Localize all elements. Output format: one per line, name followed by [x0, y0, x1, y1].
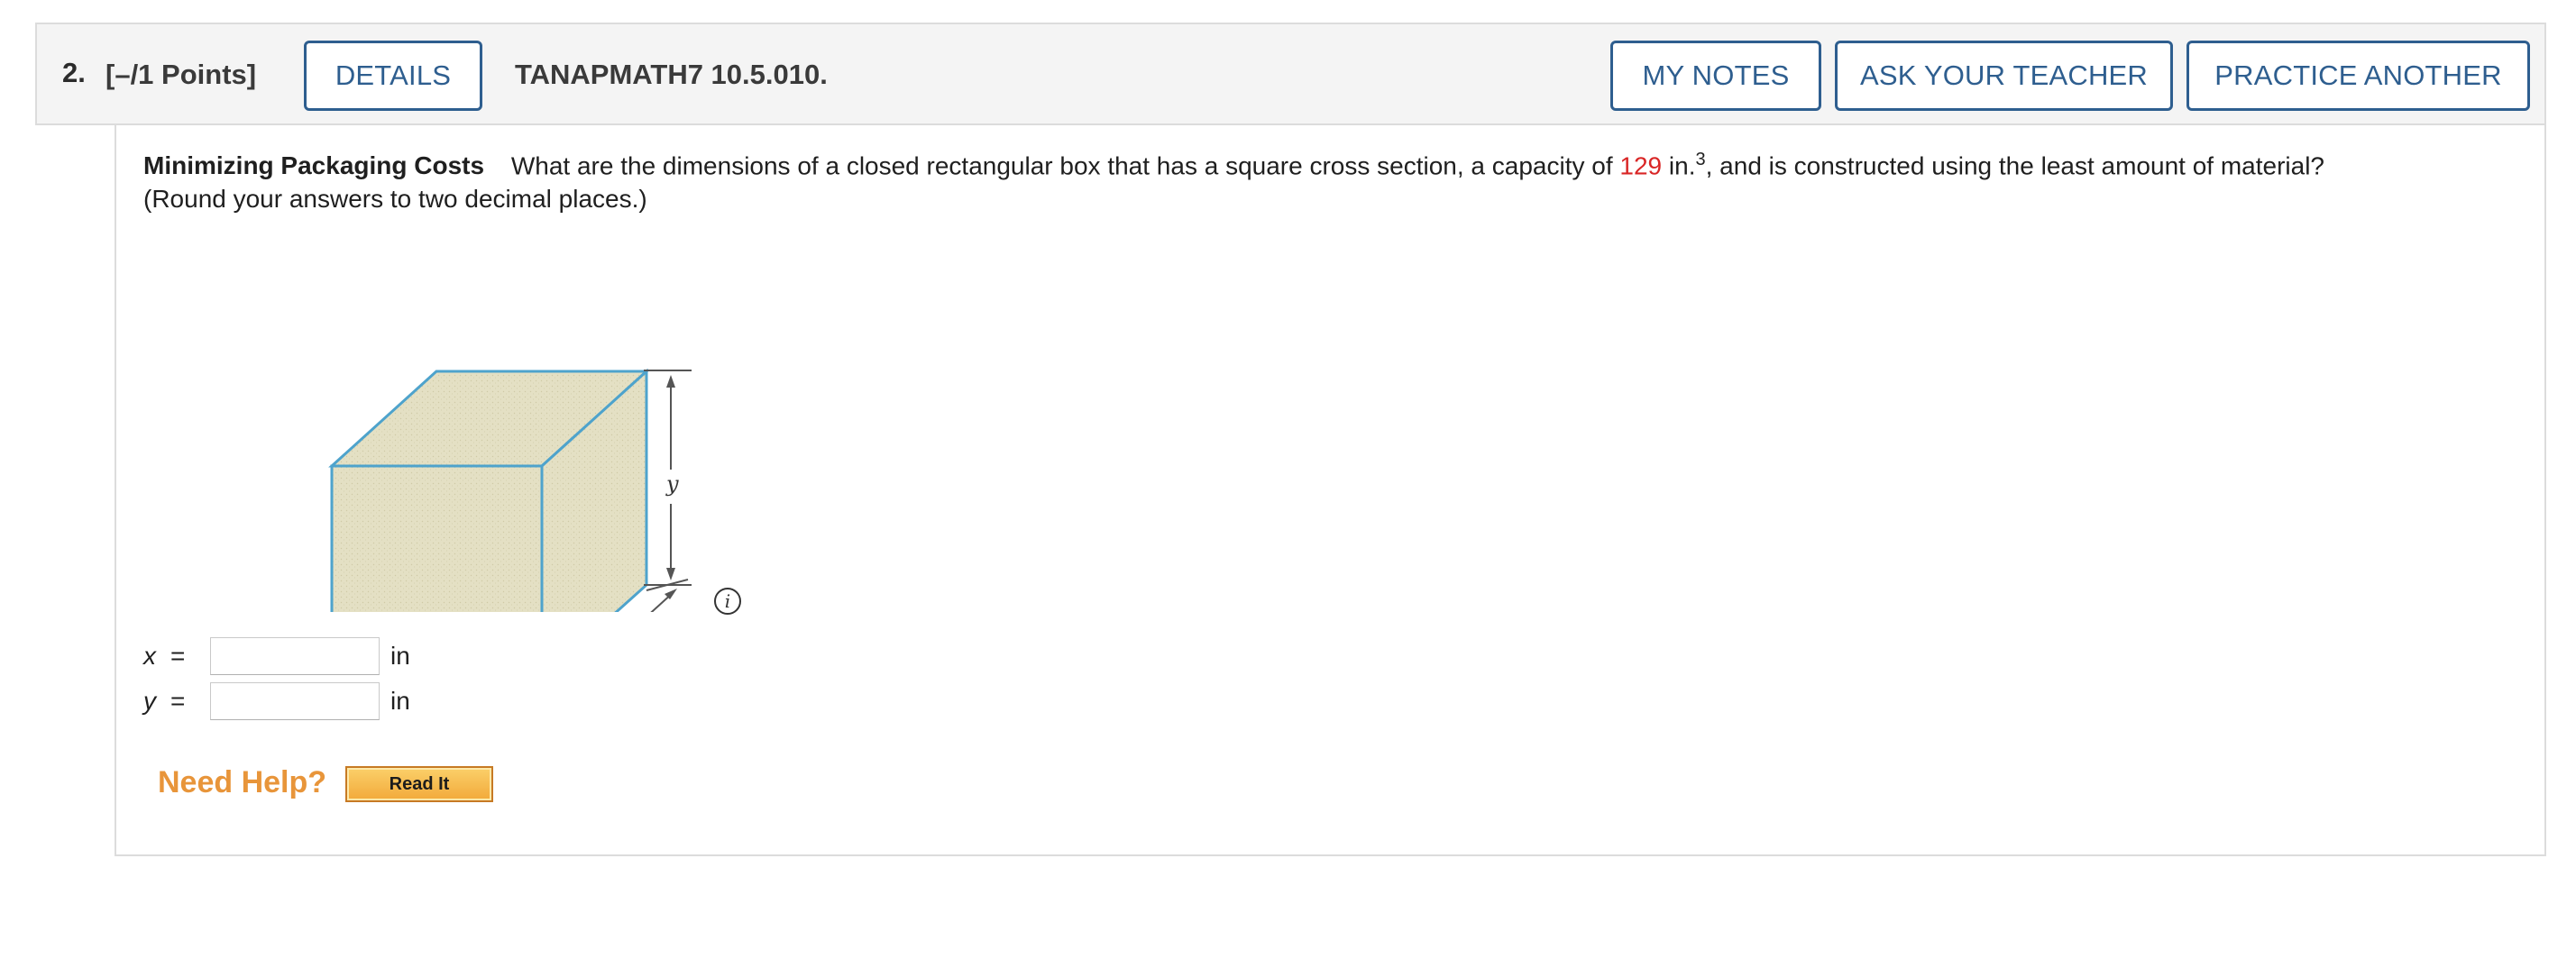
capacity-unit: in. — [1668, 151, 1696, 180]
problem-title: Minimizing Packaging Costs — [143, 151, 485, 180]
equals-sign: = — [170, 687, 186, 715]
capacity-value: 129 — [1619, 151, 1663, 180]
problem-text-end: , and is constructed using the least amo… — [1705, 151, 2324, 180]
answer-unit: in — [390, 642, 410, 670]
box-front-face — [330, 464, 544, 612]
answer-variable: y — [143, 687, 156, 715]
ask-teacher-button[interactable]: ASK YOUR TEACHER — [1835, 41, 2173, 111]
answer-row-y: y = in — [143, 682, 410, 720]
answer-row-x: x = in — [143, 637, 410, 675]
my-notes-button[interactable]: MY NOTES — [1610, 41, 1821, 111]
equals-sign: = — [170, 642, 186, 670]
rounding-instruction: (Round your answers to two decimal place… — [143, 185, 647, 214]
question-code: TANAPMATH7 10.5.010. — [515, 59, 828, 90]
answer-unit: in — [390, 687, 410, 715]
info-icon[interactable]: i — [713, 587, 742, 616]
need-help-label: Need Help? — [158, 765, 327, 799]
read-it-button[interactable]: Read It — [345, 766, 493, 802]
y-label: y — [665, 471, 679, 497]
problem-statement: Minimizing Packaging Costs What are the … — [143, 143, 2524, 215]
question-card: Minimizing Packaging Costs What are the … — [115, 125, 2546, 856]
svg-text:i: i — [725, 590, 730, 612]
unit-exponent: 3 — [1695, 150, 1706, 169]
answer-variable: x — [143, 642, 156, 670]
box-figure: y x x — [328, 368, 692, 612]
points-label: [–/1 Points] — [105, 59, 257, 90]
y-answer-input[interactable] — [210, 682, 380, 720]
problem-text: What are the dimensions of a closed rect… — [510, 151, 1613, 180]
details-button[interactable]: DETAILS — [304, 41, 482, 111]
question-number: 2. — [62, 57, 86, 88]
x-answer-input[interactable] — [210, 637, 380, 675]
question-header: 2. [–/1 Points] DETAILS TANAPMATH7 10.5.… — [35, 23, 2546, 125]
practice-another-button[interactable]: PRACTICE ANOTHER — [2186, 41, 2530, 111]
